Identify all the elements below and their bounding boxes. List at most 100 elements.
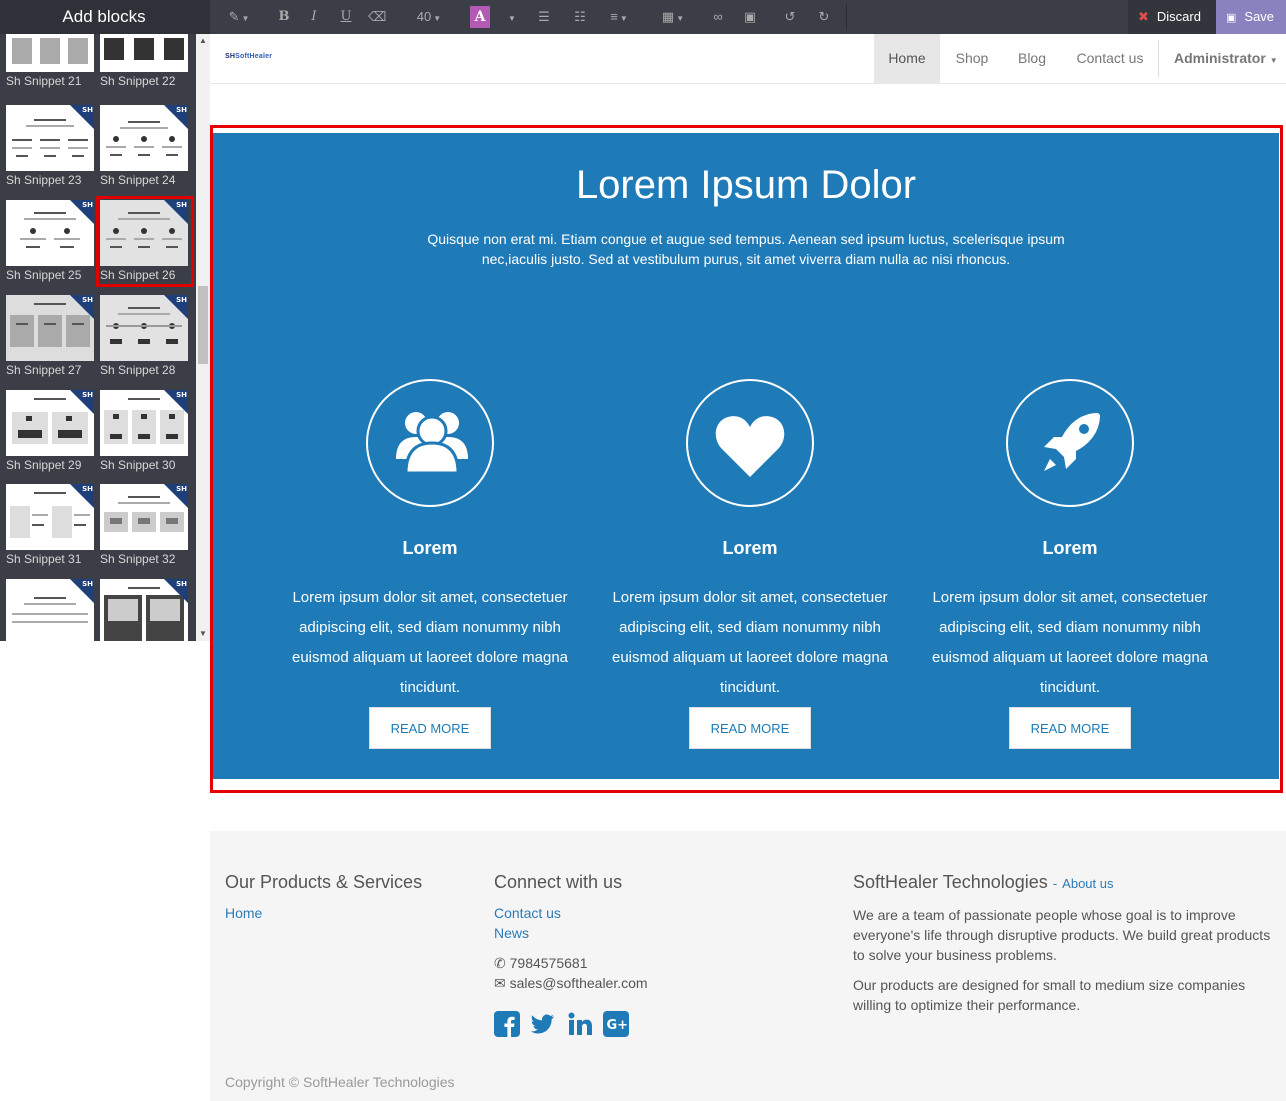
snippet-thumbnail: SH	[100, 484, 188, 550]
snippet-label: Sh Snippet 21	[6, 74, 82, 88]
discard-button[interactable]: ✖ Discard	[1128, 0, 1216, 34]
footer-heading: Our Products & Services	[225, 872, 423, 892]
nav-shop[interactable]: Shop	[940, 34, 1004, 83]
footer-heading: SoftHealer Technologies - About us	[853, 872, 1114, 892]
link-icon[interactable]: ∞	[710, 0, 726, 34]
snippet-label: Sh Snippet 31	[6, 552, 82, 566]
footer-products: Our Products & Services Home	[225, 871, 465, 923]
snippet-29[interactable]: SH Sh Snippet 29	[6, 390, 94, 474]
snippet-label: Sh Snippet 29	[6, 458, 82, 472]
footer-link-news[interactable]: News	[494, 923, 794, 943]
snippet-label: Sh Snippet 32	[100, 552, 176, 566]
snippet-thumbnail: SH	[6, 579, 94, 641]
site-footer: Our Products & Services Home Connect wit…	[210, 831, 1286, 1101]
facebook-icon[interactable]	[494, 1011, 520, 1037]
add-blocks-title: Add blocks	[0, 0, 210, 34]
snippet-23[interactable]: SH Sh Snippet 23	[6, 105, 94, 189]
snippet-28[interactable]: SH Sh Snippet 28	[100, 295, 188, 379]
snippet-30[interactable]: SH Sh Snippet 30	[100, 390, 188, 474]
snippet-thumbnail: SH	[100, 295, 188, 361]
snippet-32[interactable]: SH Sh Snippet 32	[100, 484, 188, 568]
bold-button[interactable]: B	[276, 0, 292, 34]
company-description-2: Our products are designed for small to m…	[853, 977, 1246, 1013]
footer-link-contact[interactable]: Contact us	[494, 903, 794, 923]
footer-company: SoftHealer Technologies - About us We ar…	[853, 871, 1273, 1015]
snippet-thumbnail: SH	[100, 390, 188, 456]
close-icon: ✖	[1138, 9, 1149, 24]
snippet-thumbnail: SH	[100, 105, 188, 171]
footer-email: ✉ sales@softhealer.com	[494, 975, 648, 991]
nav-blog[interactable]: Blog	[1004, 34, 1060, 83]
company-description: We are a team of passionate people whose…	[853, 907, 1271, 963]
scroll-up-arrow-icon[interactable]: ▲	[196, 34, 210, 48]
snippet-25[interactable]: SH Sh Snippet 25	[6, 200, 94, 284]
eraser-icon[interactable]: ⌫	[368, 0, 386, 34]
snippet-label: Sh Snippet 24	[100, 173, 176, 187]
underline-button[interactable]: U	[338, 0, 354, 34]
snippet-thumbnail: SH	[100, 579, 188, 641]
scrollbar-thumb[interactable]	[198, 286, 208, 364]
snippet-label: Sh Snippet 30	[100, 458, 176, 472]
color-dropdown-caret-icon[interactable]: ▼	[506, 0, 516, 34]
undo-icon[interactable]: ↺	[782, 0, 798, 34]
snippet-21[interactable]: Sh Snippet 21	[6, 34, 94, 90]
snippet-24[interactable]: SH Sh Snippet 24	[100, 105, 188, 189]
snippet-thumbnail: SH	[6, 200, 94, 266]
snippet-27[interactable]: SH Sh Snippet 27	[6, 295, 94, 379]
footer-connect: Connect with us Contact us News ✆ 798457…	[494, 871, 794, 1037]
nav-contact-us[interactable]: Contact us	[1060, 34, 1160, 83]
snippet-thumbnail	[6, 34, 94, 72]
align-icon[interactable]: ≡ ▼	[606, 0, 632, 34]
snippet-34[interactable]: SH	[100, 579, 188, 641]
text-color-button[interactable]: A	[470, 6, 490, 28]
snippet-thumbnail: SH	[100, 200, 188, 266]
save-icon: ▣	[1226, 12, 1237, 24]
phone-icon: ✆	[494, 955, 510, 971]
snippet-thumbnail: SH	[6, 484, 94, 550]
scroll-down-arrow-icon[interactable]: ▼	[196, 627, 210, 641]
chevron-down-icon: ▼	[1269, 56, 1278, 65]
snippet-26[interactable]: SH Sh Snippet 26	[96, 196, 194, 287]
linkedin-icon[interactable]	[567, 1011, 593, 1037]
snippet-thumbnail	[100, 34, 188, 72]
social-links: G+	[494, 1011, 794, 1037]
site-logo[interactable]: SHSoftHealer	[225, 53, 272, 60]
add-blocks-panel: Add blocks Sh Snippet 21 Sh Snippet 22 S…	[0, 0, 210, 641]
bullet-list-icon[interactable]: ☰	[536, 0, 552, 34]
editor-app: Add blocks Sh Snippet 21 Sh Snippet 22 S…	[0, 0, 1286, 1101]
google-plus-icon[interactable]: G+	[603, 1011, 630, 1037]
footer-phone: ✆ 7984575681	[494, 955, 588, 971]
user-menu[interactable]: Administrator ▼	[1174, 34, 1278, 83]
toolbar-divider	[846, 4, 847, 30]
snippet-label: Sh Snippet 26	[100, 268, 176, 282]
redo-icon[interactable]: ↻	[816, 0, 832, 34]
image-icon[interactable]: ▣	[742, 0, 758, 34]
snippet-33[interactable]: SH	[6, 579, 94, 641]
snippet-31[interactable]: SH Sh Snippet 31	[6, 484, 94, 568]
snippet-label: Sh Snippet 28	[100, 363, 176, 377]
snippet-label: Sh Snippet 23	[6, 173, 82, 187]
snippet-label: Sh Snippet 27	[6, 363, 82, 377]
italic-button[interactable]: I	[306, 0, 322, 34]
snippet-22[interactable]: Sh Snippet 22	[100, 34, 188, 90]
save-button[interactable]: ▣ Save	[1216, 0, 1286, 34]
copyright: Copyright © SoftHealer Technologies	[225, 1074, 455, 1090]
snippet-label: Sh Snippet 25	[6, 268, 82, 282]
footer-link-home[interactable]: Home	[225, 903, 465, 923]
snippet-list[interactable]: Sh Snippet 21 Sh Snippet 22 SH Sh Snippe…	[0, 34, 196, 641]
twitter-icon[interactable]	[530, 1011, 556, 1037]
sidebar-scrollbar[interactable]: ▲ ▼	[196, 34, 210, 641]
site-navbar: SHSoftHealer Home Shop Blog Contact us A…	[210, 34, 1286, 84]
about-us-link[interactable]: About us	[1062, 876, 1113, 891]
editor-toolbar: ✎ ▼ B I U ⌫ 40 ▼ A ▼ ☰ ☷ ≡ ▼ ▦ ▼ ∞ ▣ ↺ ↻ ✖ Di…	[210, 0, 1286, 34]
snippet-label: Sh Snippet 22	[100, 74, 176, 88]
nav-divider	[1158, 40, 1159, 77]
magic-style-icon[interactable]: ✎ ▼	[226, 0, 252, 34]
snippet-thumbnail: SH	[6, 390, 94, 456]
numbered-list-icon[interactable]: ☷	[572, 0, 588, 34]
snippet-selection-frame	[210, 125, 1283, 793]
footer-heading: Connect with us	[494, 872, 623, 892]
font-size-dropdown[interactable]: 40 ▼	[414, 0, 444, 34]
table-icon[interactable]: ▦ ▼	[660, 0, 686, 34]
nav-home[interactable]: Home	[874, 34, 940, 83]
